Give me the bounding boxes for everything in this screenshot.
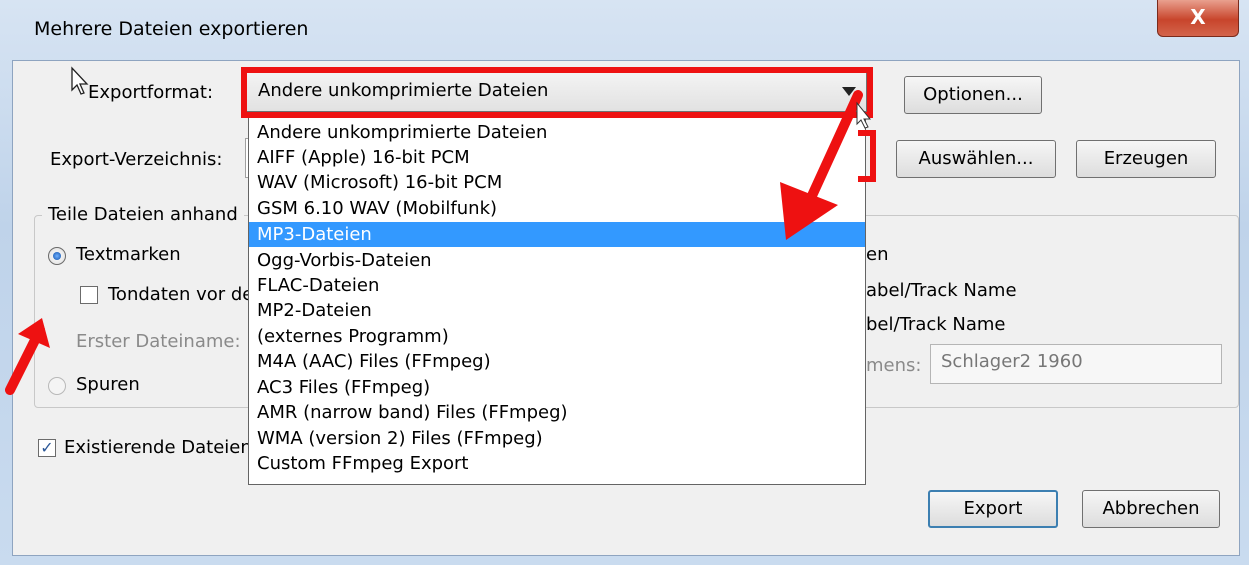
first-filename-label: Erster Dateiname:	[76, 331, 241, 352]
dropdown-item[interactable]: AMR (narrow band) Files (FFmpeg)	[249, 400, 865, 425]
choose-directory-button[interactable]: Auswählen...	[896, 140, 1056, 178]
dropdown-item[interactable]: FLAC-Dateien	[249, 273, 865, 298]
dropdown-item[interactable]: (externes Programm)	[249, 324, 865, 349]
close-button[interactable]: X	[1157, 0, 1239, 37]
dropdown-item[interactable]: WAV (Microsoft) 16-bit PCM	[249, 170, 865, 195]
labels-radio[interactable]	[48, 247, 66, 265]
naming-option-1-label: abel/Track Name	[866, 280, 1017, 301]
annotation-highlight-box-2	[858, 130, 876, 182]
window-title: Mehrere Dateien exportieren	[34, 18, 309, 40]
format-dropdown-list[interactable]: Andere unkomprimierte Dateien AIFF (Appl…	[248, 117, 866, 485]
labels-radio-label: Textmarken	[76, 244, 181, 265]
include-audio-before-checkbox[interactable]	[80, 286, 98, 304]
dropdown-item[interactable]: Custom FFmpeg Export	[249, 451, 865, 476]
dropdown-item[interactable]: Ogg-Vorbis-Dateien	[249, 248, 865, 273]
include-audio-before-label: Tondaten vor de	[108, 284, 254, 305]
export-format-label: Exportformat:	[88, 82, 214, 103]
overwrite-checkbox[interactable]: ✓	[38, 439, 56, 457]
split-group-title: Teile Dateien anhand	[42, 204, 244, 225]
annotation-highlight-box	[241, 67, 873, 118]
dropdown-item[interactable]: AC3 Files (FFmpeg)	[249, 375, 865, 400]
export-button[interactable]: Export	[928, 490, 1058, 528]
export-directory-label: Export-Verzeichnis:	[50, 149, 223, 170]
create-directory-button[interactable]: Erzeugen	[1076, 140, 1216, 178]
naming-header-label: en	[866, 244, 889, 265]
cancel-button[interactable]: Abbrechen	[1082, 490, 1220, 528]
prefix-label: mens:	[866, 355, 922, 376]
dropdown-item[interactable]: GSM 6.10 WAV (Mobilfunk)	[249, 196, 865, 221]
dropdown-item[interactable]: AIFF (Apple) 16-bit PCM	[249, 145, 865, 170]
dropdown-item-selected[interactable]: MP3-Dateien	[249, 222, 865, 247]
naming-option-2-label: bel/Track Name	[866, 314, 1006, 335]
dropdown-item[interactable]: Andere unkomprimierte Dateien	[249, 120, 865, 145]
options-button[interactable]: Optionen...	[904, 76, 1042, 114]
dropdown-item[interactable]: MP2-Dateien	[249, 298, 865, 323]
dropdown-item[interactable]: WMA (version 2) Files (FFmpeg)	[249, 426, 865, 451]
tracks-radio[interactable]	[48, 377, 66, 395]
overwrite-label: Existierende Dateien	[64, 437, 252, 458]
prefix-input[interactable]: Schlager2 1960	[930, 344, 1222, 384]
tracks-radio-label: Spuren	[76, 374, 140, 395]
dropdown-item[interactable]: M4A (AAC) Files (FFmpeg)	[249, 349, 865, 374]
